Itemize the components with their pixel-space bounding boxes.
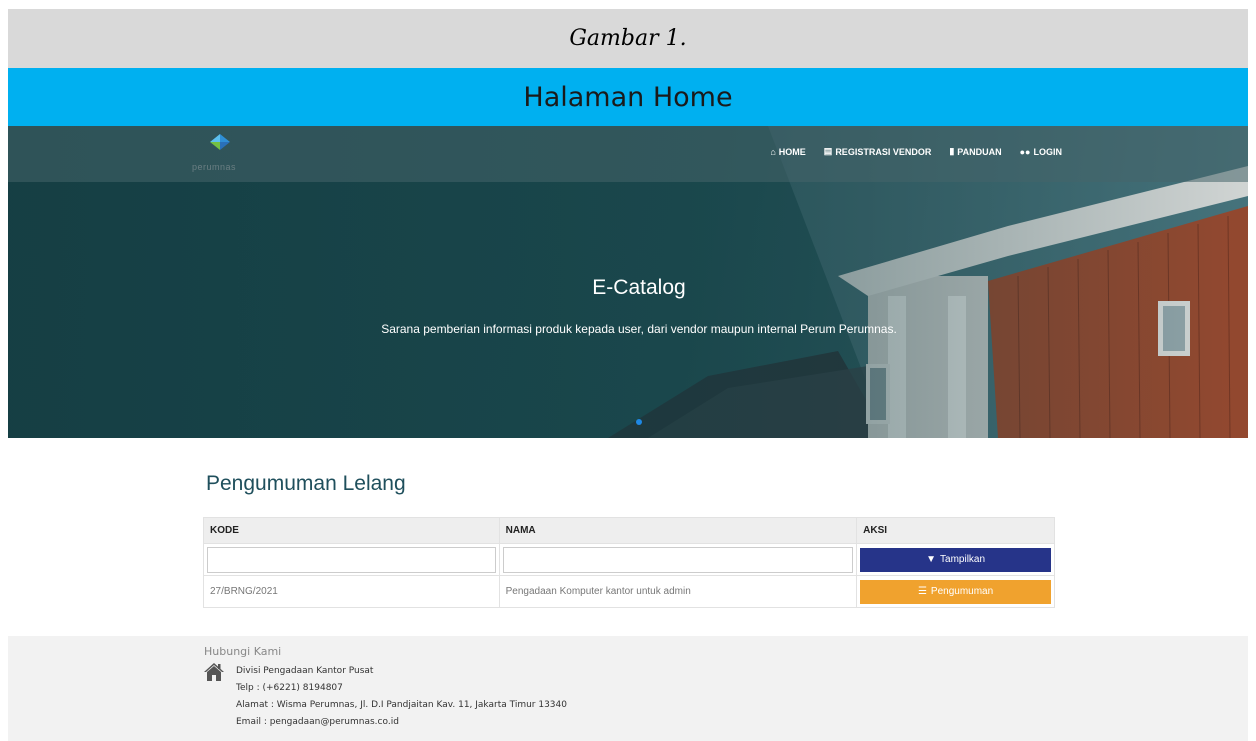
- filter-cell-kode: [203, 543, 500, 576]
- hero-title: E-Catalog: [592, 276, 686, 299]
- tampilkan-label: Tampilkan: [940, 554, 986, 565]
- users-icon: ●●: [1019, 146, 1031, 157]
- figure-title: Halaman Home: [523, 81, 733, 113]
- row-nama-cell: Pengadaan Komputer kantor untuk admin: [498, 575, 858, 608]
- row-kode-cell: 27/BRNG/2021: [203, 575, 500, 608]
- section-title: Pengumuman Lelang: [206, 472, 406, 495]
- column-header-nama: NAMA: [498, 517, 858, 544]
- contact-email: Email : pengadaan@perumnas.co.id: [236, 717, 399, 727]
- footer: Hubungi Kami Divisi Pengadaan Kantor Pus…: [8, 636, 1248, 741]
- hero-banner: perumnas ⌂ HOME ▤ REGISTRASI VENDOR ▮ PA…: [8, 126, 1248, 438]
- table-header-row: KODE NAMA AKSI: [203, 517, 1055, 544]
- figure-title-bar: Halaman Home: [8, 68, 1248, 126]
- nav-registrasi-vendor[interactable]: ▤ REGISTRASI VENDOR: [824, 146, 932, 157]
- nav-panduan-label: PANDUAN: [957, 146, 1002, 157]
- home-icon: ⌂: [770, 146, 776, 157]
- nav-login-label: LOGIN: [1033, 146, 1063, 157]
- tampilkan-button[interactable]: ▼ Tampilkan: [860, 547, 1051, 572]
- logo-mark-icon: [210, 134, 230, 150]
- contact-address: Alamat : Wisma Perumnas, Jl. D.I Pandjai…: [236, 700, 567, 710]
- table-row: 27/BRNG/2021 Pengadaan Komputer kantor u…: [203, 575, 1055, 608]
- column-header-aksi: AKSI: [856, 517, 1055, 544]
- figure-caption: Gambar 1.: [569, 26, 687, 51]
- footer-title: Hubungi Kami: [204, 645, 282, 658]
- perumnas-logo[interactable]: perumnas: [192, 132, 262, 176]
- figure-caption-bar: Gambar 1.: [8, 9, 1248, 68]
- pengumuman-label: Pengumuman: [930, 586, 994, 597]
- contact-division: Divisi Pengadaan Kantor Pusat: [236, 666, 374, 676]
- filter-row: ▼ Tampilkan: [203, 543, 1055, 576]
- logo-text: perumnas: [192, 162, 237, 172]
- top-navbar: perumnas ⌂ HOME ▤ REGISTRASI VENDOR ▮ PA…: [8, 126, 1248, 182]
- nav-home[interactable]: ⌂ HOME: [770, 146, 805, 157]
- filter-icon: ▼: [926, 554, 937, 565]
- row-nama: Pengadaan Komputer kantor untuk admin: [505, 586, 691, 597]
- document-page: Gambar 1. Halaman Home perumnas ⌂ HOME ▤…: [0, 0, 1256, 741]
- nav-login[interactable]: ●● LOGIN: [1020, 146, 1062, 157]
- contact-phone: Telp : (+6221) 8194807: [236, 683, 343, 693]
- list-icon: ☰: [917, 586, 927, 597]
- row-aksi-cell: ☰ Pengumuman: [856, 575, 1055, 608]
- nav-panduan[interactable]: ▮ PANDUAN: [949, 146, 1001, 157]
- contact-info: Divisi Pengadaan Kantor Pusat Telp : (+6…: [236, 663, 567, 731]
- column-header-kode: KODE: [203, 517, 500, 544]
- id-card-icon: ▤: [823, 146, 833, 156]
- filter-cell-nama: [498, 543, 858, 576]
- nama-filter-input[interactable]: [502, 546, 854, 573]
- row-kode: 27/BRNG/2021: [210, 586, 278, 597]
- pengumuman-button[interactable]: ☰ Pengumuman: [860, 579, 1051, 604]
- home-icon: [204, 663, 224, 681]
- hero-subtitle: Sarana pemberian informasi produk kepada…: [381, 322, 897, 336]
- nav-home-label: HOME: [778, 146, 806, 157]
- filter-cell-aksi: ▼ Tampilkan: [856, 543, 1055, 576]
- file-icon: ▮: [949, 146, 955, 156]
- pengumuman-table: KODE NAMA AKSI ▼ Tampilkan 27/BRNG/2021 …: [203, 517, 1055, 608]
- screenshot-area: perumnas ⌂ HOME ▤ REGISTRASI VENDOR ▮ PA…: [8, 126, 1248, 741]
- kode-filter-input[interactable]: [207, 546, 496, 573]
- main-nav: ⌂ HOME ▤ REGISTRASI VENDOR ▮ PANDUAN ●● …: [770, 146, 1062, 157]
- nav-registrasi-label: REGISTRASI VENDOR: [835, 146, 932, 157]
- carousel-indicator[interactable]: [636, 419, 642, 425]
